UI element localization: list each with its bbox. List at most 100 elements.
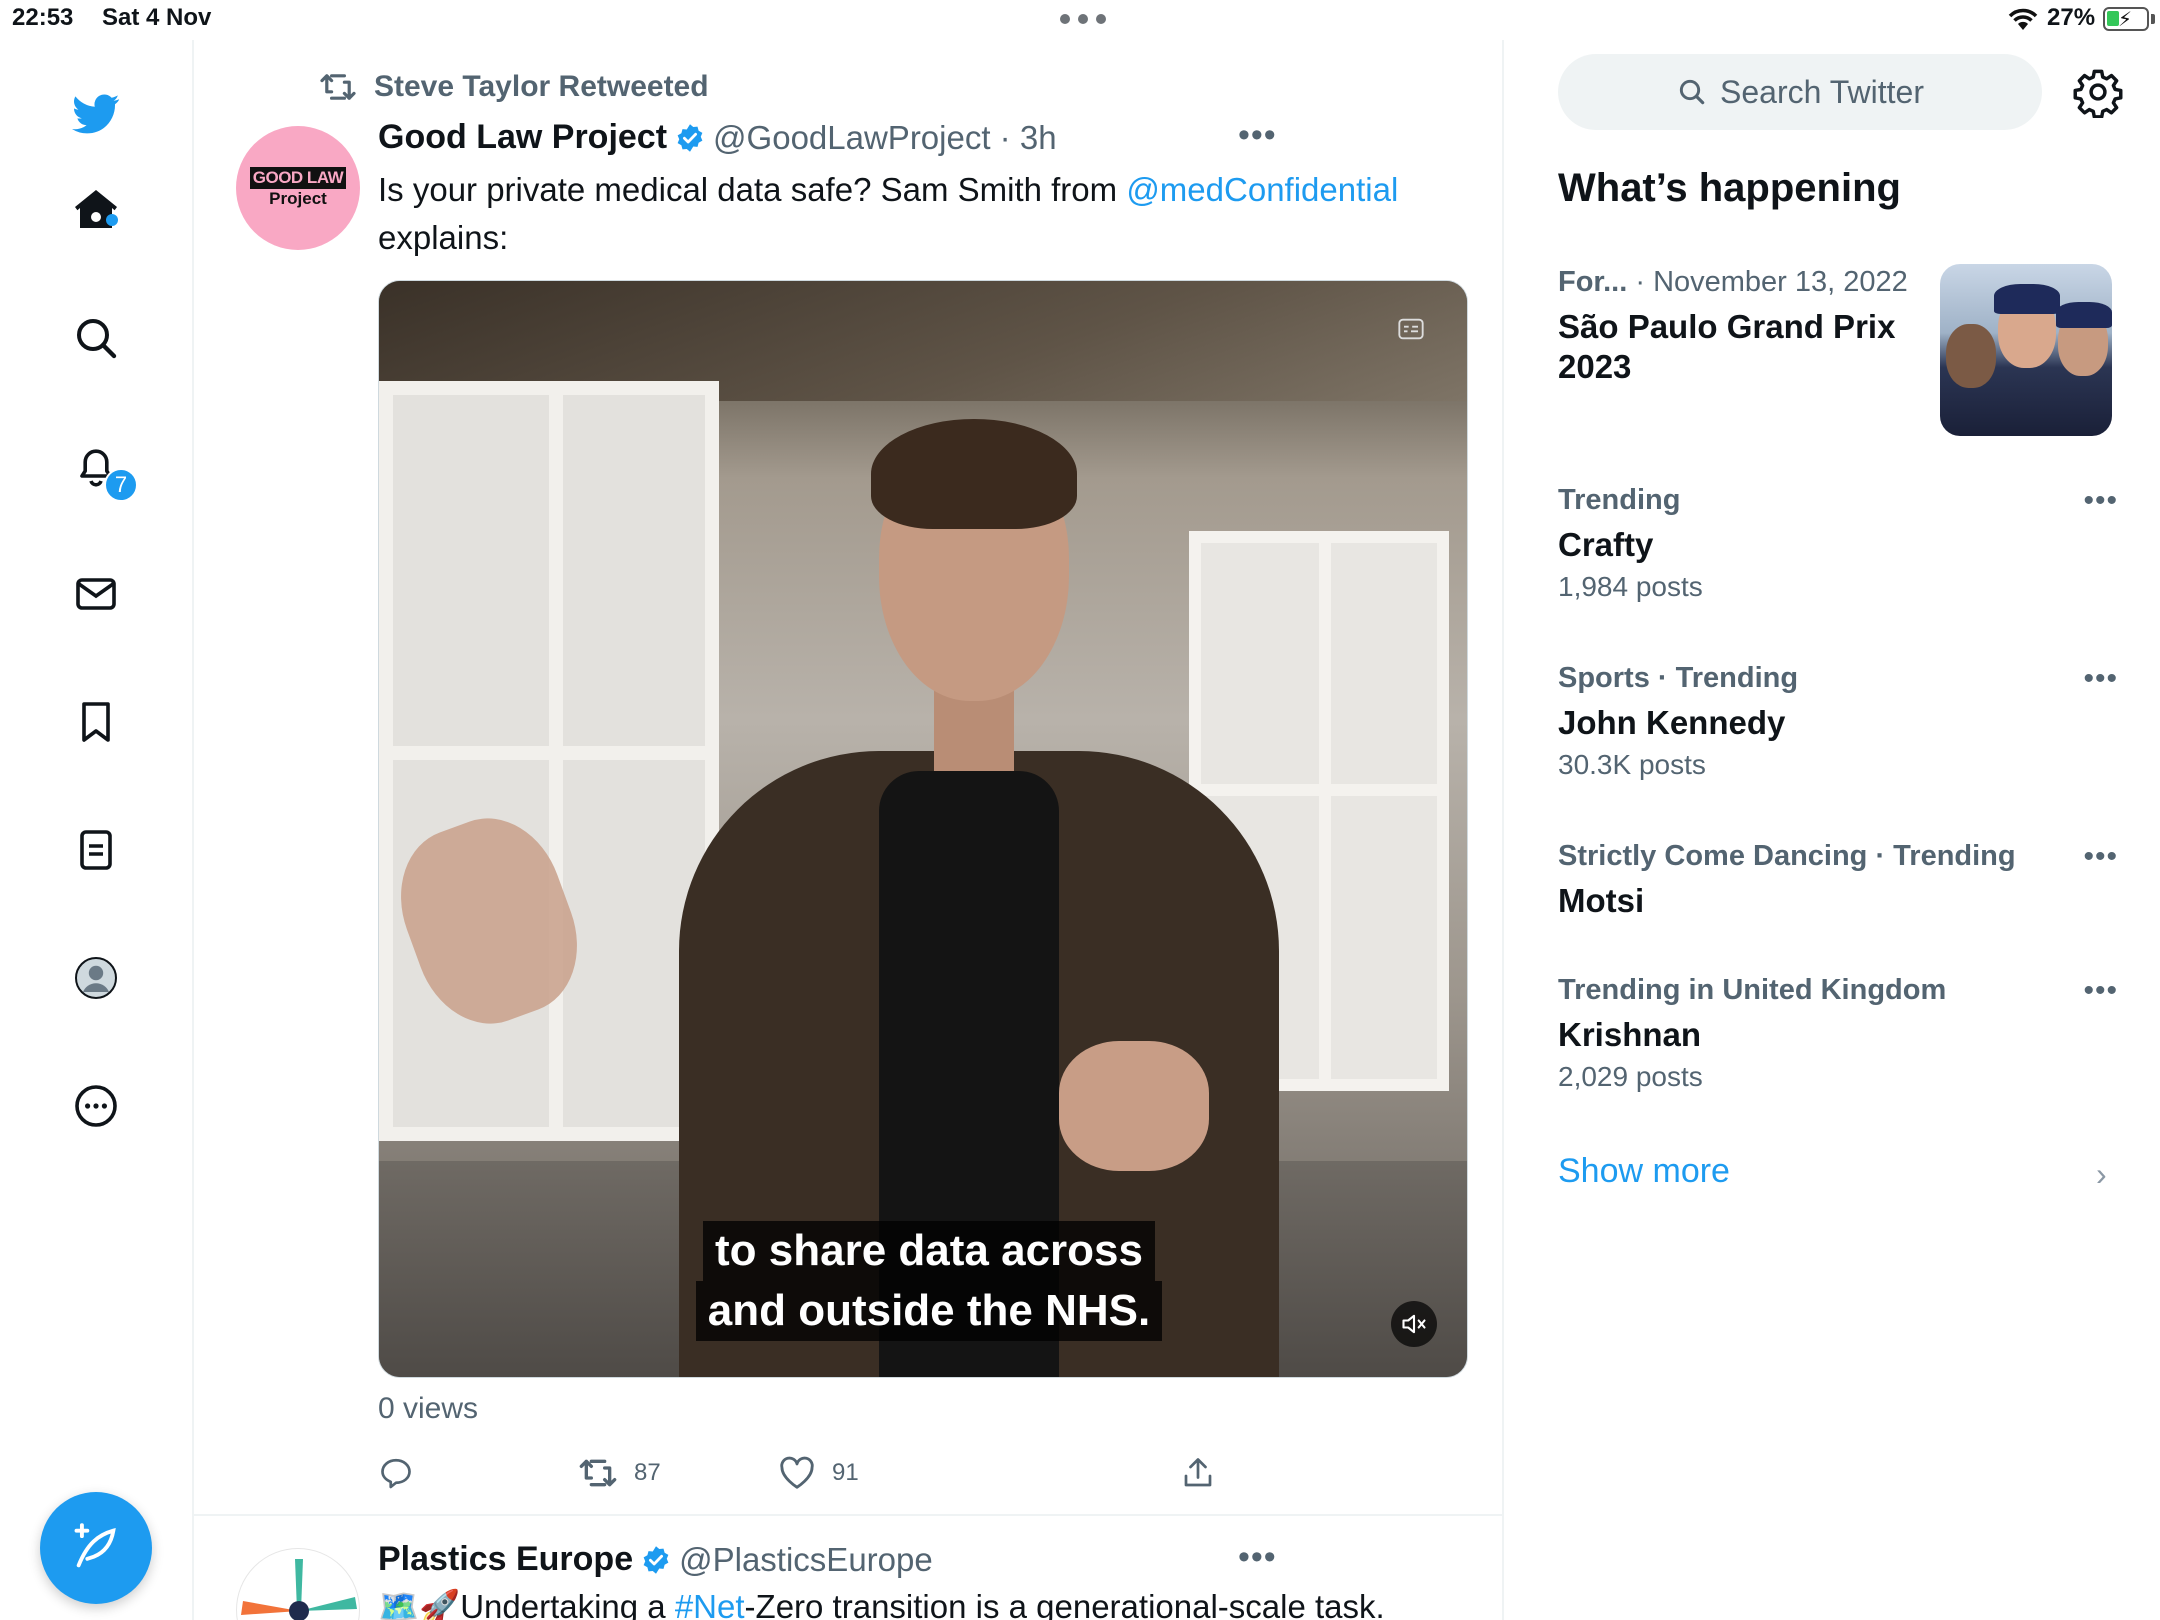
whats-happening-heading: What’s happening (1558, 166, 1901, 210)
heart-icon (780, 1456, 814, 1489)
trend-more-icon[interactable]: ••• (2083, 484, 2118, 518)
bookmarks-icon[interactable] (70, 696, 122, 748)
tweet-emoji: 🗺️🚀 (378, 1588, 461, 1620)
show-more-link[interactable]: Show more (1558, 1152, 1730, 1191)
home-icon[interactable] (70, 184, 122, 236)
tweet-text-part: -Zero transition is a generational-scale… (744, 1588, 1385, 1620)
messages-icon[interactable] (70, 568, 122, 620)
trend-title: Crafty (1558, 526, 1654, 563)
avatar-logo-text: Project (269, 189, 327, 208)
share-button[interactable] (1180, 1448, 1216, 1498)
video-subtitles: to share data across and outside the NHS… (679, 1221, 1179, 1341)
trend-item[interactable]: Strictly Come Dancing · Trending Motsi •… (1558, 840, 2118, 921)
video-person-hair (871, 419, 1077, 529)
video-person-hand (1059, 1041, 1209, 1171)
profile-icon[interactable] (70, 952, 122, 1004)
event-thumbnail[interactable] (1940, 264, 2112, 436)
mention-link[interactable]: @medConfidential (1126, 171, 1398, 208)
tweet-header: Plastics Europe @PlasticsEurope (378, 1540, 933, 1579)
reply-icon (381, 1458, 411, 1489)
battery-percentage: 27% (2047, 4, 2096, 31)
tweet-video[interactable]: to share data across and outside the NHS… (378, 280, 1468, 1378)
speaker-muted-icon (1402, 1314, 1426, 1334)
tweet-text: 🗺️🚀Undertaking a #Net-Zero transition is… (378, 1588, 1385, 1620)
search-icon[interactable] (70, 312, 122, 364)
plastics-europe-logo-icon (241, 1559, 357, 1620)
subtitle-line: and outside the NHS. (695, 1281, 1163, 1341)
closed-captions-icon[interactable] (1389, 307, 1433, 351)
subtitle-line: to share data across (703, 1221, 1155, 1281)
search-placeholder: Search Twitter (1720, 73, 1924, 110)
trend-count: 30.3K posts (1558, 749, 1706, 780)
share-icon (1184, 1458, 1212, 1487)
status-bar: 22:53 Sat 4 Nov 27% ⚡ (0, 0, 2160, 40)
tweet-text-part: Is your private medical data safe? Sam S… (378, 171, 1127, 208)
sidebar-nav: 7 (0, 40, 192, 1620)
trend-more-icon[interactable]: ••• (2083, 840, 2118, 874)
avatar-logo-text: GOOD LAW (249, 167, 347, 189)
search-input[interactable]: Search Twitter (1558, 54, 2042, 130)
like-count: 91 (832, 1459, 859, 1486)
tweet-handle[interactable]: @PlasticsEurope (679, 1541, 933, 1579)
status-time: 22:53 (12, 4, 74, 31)
hashtag-link[interactable]: #Net (675, 1588, 745, 1620)
tweet-text-part: explains: (378, 219, 509, 256)
settings-gear-icon[interactable] (2072, 66, 2124, 119)
retweet-context[interactable]: Steve Taylor Retweeted (318, 70, 709, 104)
tweet-text: Is your private medical data safe? Sam S… (378, 166, 1458, 262)
status-date: Sat 4 Nov (102, 4, 212, 31)
trend-meta: Sports · Trending (1558, 662, 1799, 694)
avatar[interactable]: GOOD LAW Project (236, 126, 360, 250)
tweet-author-name[interactable]: Good Law Project (378, 118, 667, 157)
tweet-handle-time[interactable]: @GoodLawProject · 3h (713, 119, 1057, 157)
retweeted-by-label: Steve Taylor Retweeted (374, 70, 709, 103)
search-icon (1679, 79, 1705, 105)
view-count: 0 views (378, 1392, 479, 1425)
tweet-actions: 87 91 (378, 1448, 1458, 1498)
trend-count: 1,984 posts (1558, 571, 1703, 602)
tweet-more-icon[interactable]: ••• (1238, 1538, 1277, 1577)
trend-title: John Kennedy (1558, 704, 1786, 741)
home-timeline: Steve Taylor Retweeted GOOD LAW Project … (192, 40, 1504, 1620)
retweet-count: 87 (634, 1459, 661, 1486)
lists-icon[interactable] (70, 824, 122, 876)
retweet-icon (579, 1459, 617, 1487)
trend-title: Motsi (1558, 882, 1645, 919)
retweet-button[interactable]: 87 (578, 1448, 661, 1498)
trend-meta: Trending (1558, 484, 1681, 516)
verified-badge-icon (675, 123, 705, 153)
battery-charging-icon: ⚡ (2103, 7, 2149, 31)
battery-tip (2151, 14, 2155, 24)
twitter-logo-icon[interactable] (70, 88, 122, 140)
tweet-divider (194, 1514, 1502, 1516)
tweet-author-name[interactable]: Plastics Europe (378, 1540, 633, 1579)
retweet-icon (320, 74, 356, 100)
notifications-badge: 7 (104, 468, 138, 502)
like-button[interactable]: 91 (778, 1448, 859, 1498)
multitasking-dots-icon[interactable] (1060, 8, 1108, 28)
event-category: For... (1558, 266, 1628, 298)
trend-title: Krishnan (1558, 1016, 1702, 1053)
avatar[interactable] (236, 1548, 360, 1620)
video-scene-window (379, 381, 719, 1141)
trend-meta: Trending in United Kingdom (1558, 974, 1947, 1006)
event-title: São Paulo Grand Prix 2023 (1558, 308, 1896, 385)
trend-count: 2,029 posts (1558, 1061, 1703, 1092)
trend-item[interactable]: Sports · Trending John Kennedy 30.3K pos… (1558, 662, 2118, 781)
event-date: · November 13, 2022 (1627, 266, 1908, 298)
trend-meta: Strictly Come Dancing · Trending (1558, 840, 2016, 872)
tweet-header: Good Law Project @GoodLawProject · 3h (378, 118, 1057, 157)
reply-button[interactable] (378, 1448, 414, 1498)
trend-item[interactable]: Trending in United Kingdom Krishnan 2,02… (1558, 974, 2118, 1093)
compose-icon (74, 1523, 116, 1568)
tweet-more-icon[interactable]: ••• (1238, 116, 1277, 155)
trend-item[interactable]: Trending Crafty 1,984 posts ••• (1558, 484, 2118, 603)
tweet-text-part: Undertaking a (460, 1588, 675, 1620)
verified-badge-icon (641, 1545, 671, 1575)
more-icon[interactable] (70, 1080, 122, 1132)
compose-tweet-button[interactable] (40, 1492, 152, 1604)
chevron-right-icon: › (2096, 1156, 2107, 1192)
trend-more-icon[interactable]: ••• (2083, 662, 2118, 696)
mute-button[interactable] (1391, 1301, 1437, 1347)
trend-more-icon[interactable]: ••• (2083, 974, 2118, 1008)
